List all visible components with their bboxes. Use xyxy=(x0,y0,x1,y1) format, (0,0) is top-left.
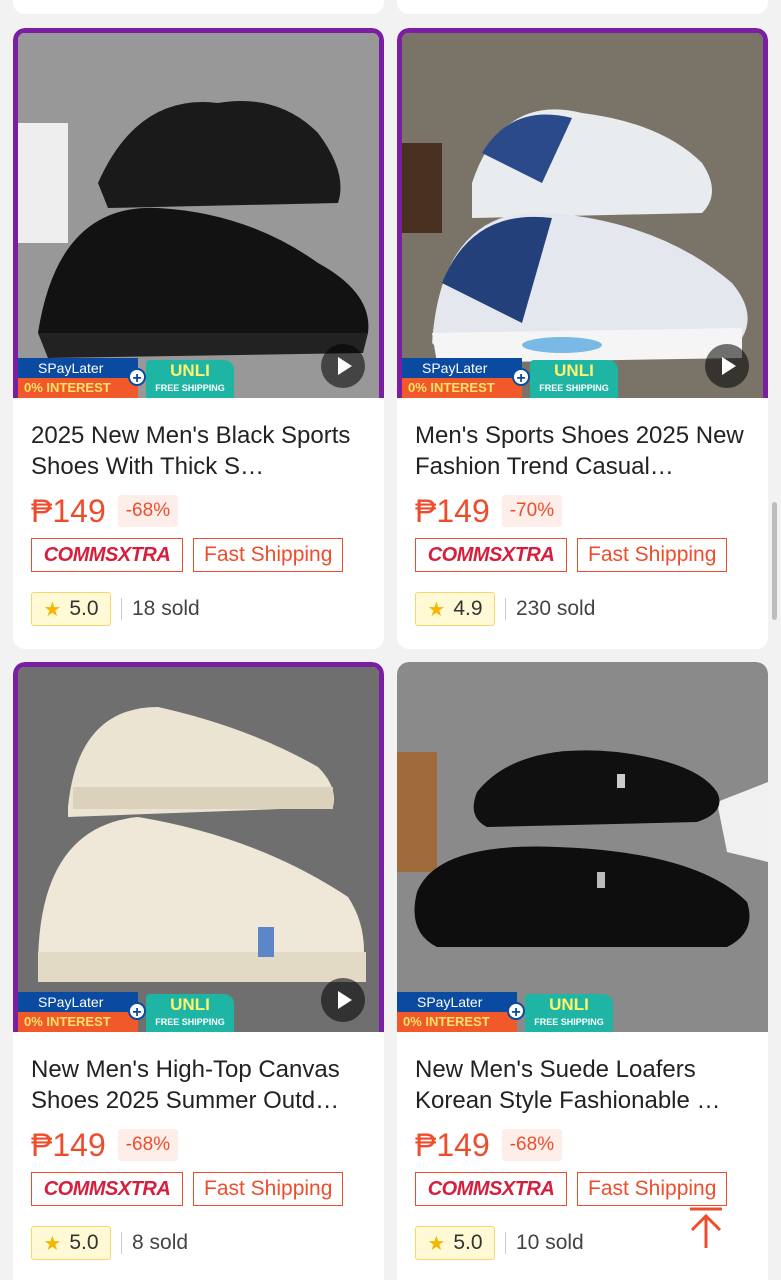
spaylater-label: SPayLater xyxy=(402,358,522,379)
fast-shipping-badge: Fast Shipping xyxy=(193,538,344,572)
product-card[interactable]: SPayLater 0% INTEREST + UNLI FREE SHIPPI… xyxy=(397,662,768,1280)
previous-card-bottom xyxy=(13,0,384,14)
interest-label: 0% INTEREST xyxy=(18,378,138,398)
rating-value: 5.0 xyxy=(69,1231,99,1254)
free-shipping-label: FREE SHIPPING xyxy=(534,1017,604,1027)
comms-label: COMMS xyxy=(427,544,503,566)
fast-shipping-badge: Fast Shipping xyxy=(577,538,728,572)
star-icon: ★ xyxy=(427,1232,446,1255)
discount-badge: -68% xyxy=(117,495,179,527)
product-photo xyxy=(18,33,379,398)
discount-badge: -70% xyxy=(501,495,563,527)
sold-count: 18 sold xyxy=(132,597,200,620)
unli-label: UNLI xyxy=(549,995,589,1014)
unli-label: UNLI xyxy=(170,361,210,380)
spaylater-promo-badge: SPayLater 0% INTEREST + UNLI FREE SHIPPI… xyxy=(402,358,622,398)
comms-label: COMMS xyxy=(43,1178,119,1200)
rating-value: 4.9 xyxy=(453,597,483,620)
star-icon: ★ xyxy=(43,1232,62,1255)
comms-label: COMMS xyxy=(43,544,119,566)
xtra-label: XTRA xyxy=(501,544,555,566)
product-card[interactable]: SPayLater 0% INTEREST + UNLI FREE SHIPPI… xyxy=(397,28,768,649)
fast-shipping-badge: Fast Shipping xyxy=(193,1172,344,1206)
product-card[interactable]: SPayLater 0% INTEREST + UNLI FREE SHIPPI… xyxy=(13,662,384,1280)
free-shipping-label: FREE SHIPPING xyxy=(539,383,609,393)
plus-icon: + xyxy=(507,1002,525,1021)
rating-badge: ★ 5.0 xyxy=(31,1226,111,1260)
spaylater-label: SPayLater xyxy=(18,358,138,379)
sold-count: 230 sold xyxy=(516,597,596,620)
unli-shipping-badge: UNLI FREE SHIPPING xyxy=(525,994,613,1032)
spaylater-label: SPayLater xyxy=(397,992,517,1013)
price: ₱149 xyxy=(31,1126,106,1163)
play-icon[interactable] xyxy=(705,344,749,388)
product-card[interactable]: SPayLater 0% INTEREST + UNLI FREE SHIPPI… xyxy=(13,28,384,649)
product-photo xyxy=(402,33,763,398)
product-image[interactable]: SPayLater 0% INTEREST + UNLI FREE SHIPPI… xyxy=(13,28,384,398)
free-shipping-label: FREE SHIPPING xyxy=(155,1017,225,1027)
commsxtra-badge: COMMSXTRA xyxy=(415,1172,567,1206)
product-photo xyxy=(18,667,379,1032)
play-icon[interactable] xyxy=(321,978,365,1022)
star-icon: ★ xyxy=(427,598,446,621)
interest-label: 0% INTEREST xyxy=(402,378,522,398)
xtra-label: XTRA xyxy=(117,544,171,566)
product-title[interactable]: New Men's High-Top Canvas Shoes 2025 Sum… xyxy=(31,1054,366,1116)
interest-label: 0% INTEREST xyxy=(397,1012,517,1032)
scrollbar[interactable] xyxy=(772,502,777,620)
fast-shipping-badge: Fast Shipping xyxy=(577,1172,728,1206)
plus-icon: + xyxy=(128,1002,146,1021)
commsxtra-badge: COMMSXTRA xyxy=(31,1172,183,1206)
product-image[interactable]: SPayLater 0% INTEREST + UNLI FREE SHIPPI… xyxy=(13,662,384,1032)
divider xyxy=(121,598,122,620)
unli-shipping-badge: UNLI FREE SHIPPING xyxy=(146,994,234,1032)
plus-icon: + xyxy=(128,368,146,387)
unli-label: UNLI xyxy=(554,361,594,380)
divider xyxy=(505,1232,506,1254)
product-photo xyxy=(397,662,768,1032)
plus-icon: + xyxy=(512,368,530,387)
divider xyxy=(121,1232,122,1254)
previous-card-bottom xyxy=(397,0,768,14)
star-icon: ★ xyxy=(43,598,62,621)
product-title[interactable]: New Men's Suede Loafers Korean Style Fas… xyxy=(415,1054,750,1116)
spaylater-promo-badge: SPayLater 0% INTEREST + UNLI FREE SHIPPI… xyxy=(18,358,238,398)
rating-badge: ★ 5.0 xyxy=(415,1226,495,1260)
rating-value: 5.0 xyxy=(453,1231,483,1254)
product-title[interactable]: 2025 New Men's Black Sports Shoes With T… xyxy=(31,420,366,482)
discount-badge: -68% xyxy=(501,1129,563,1161)
rating-value: 5.0 xyxy=(69,597,99,620)
play-icon[interactable] xyxy=(321,344,365,388)
unli-shipping-badge: UNLI FREE SHIPPING xyxy=(146,360,234,398)
free-shipping-label: FREE SHIPPING xyxy=(155,383,225,393)
comms-label: COMMS xyxy=(427,1178,503,1200)
discount-badge: -68% xyxy=(117,1129,179,1161)
unli-shipping-badge: UNLI FREE SHIPPING xyxy=(530,360,618,398)
price: ₱149 xyxy=(415,1126,490,1163)
price: ₱149 xyxy=(31,492,106,529)
product-title[interactable]: Men's Sports Shoes 2025 New Fashion Tren… xyxy=(415,420,750,482)
rating-badge: ★ 5.0 xyxy=(31,592,111,626)
commsxtra-badge: COMMSXTRA xyxy=(415,538,567,572)
spaylater-label: SPayLater xyxy=(18,992,138,1013)
xtra-label: XTRA xyxy=(501,1178,555,1200)
rating-badge: ★ 4.9 xyxy=(415,592,495,626)
unli-label: UNLI xyxy=(170,995,210,1014)
divider xyxy=(505,598,506,620)
sold-count: 8 sold xyxy=(132,1231,189,1254)
product-image[interactable]: SPayLater 0% INTEREST + UNLI FREE SHIPPI… xyxy=(397,662,768,1032)
arrow-up-icon[interactable] xyxy=(686,1206,726,1250)
spaylater-promo-badge: SPayLater 0% INTEREST + UNLI FREE SHIPPI… xyxy=(397,992,617,1032)
sold-count: 10 sold xyxy=(516,1231,584,1254)
product-feed: { "products": [ { "title": "2025 New Men… xyxy=(0,0,781,1280)
xtra-label: XTRA xyxy=(117,1178,171,1200)
product-image[interactable]: SPayLater 0% INTEREST + UNLI FREE SHIPPI… xyxy=(397,28,768,398)
spaylater-promo-badge: SPayLater 0% INTEREST + UNLI FREE SHIPPI… xyxy=(18,992,238,1032)
price: ₱149 xyxy=(415,492,490,529)
interest-label: 0% INTEREST xyxy=(18,1012,138,1032)
commsxtra-badge: COMMSXTRA xyxy=(31,538,183,572)
